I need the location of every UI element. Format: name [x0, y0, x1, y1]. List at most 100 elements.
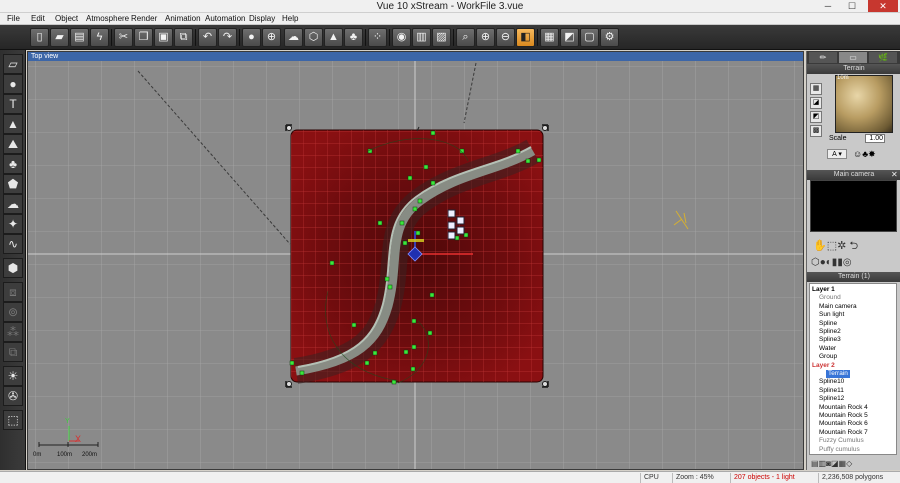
text-icon[interactable]: T: [3, 94, 23, 114]
close-icon[interactable]: ✕: [891, 170, 898, 179]
terrain-icon[interactable]: ▲: [324, 28, 343, 47]
menu-help[interactable]: Help: [282, 14, 298, 23]
metablob-icon[interactable]: ⁂: [3, 322, 23, 342]
tree-layer[interactable]: Layer 2: [812, 362, 835, 370]
navigate-icon[interactable]: ⬚: [3, 410, 23, 430]
tree-item[interactable]: Mountain Rock 4: [819, 404, 868, 412]
tree-item[interactable]: Spline: [819, 320, 837, 328]
clapper-icon[interactable]: ◩: [560, 28, 579, 47]
view-active-icon[interactable]: ◧: [516, 28, 535, 47]
menu-edit[interactable]: Edit: [31, 14, 45, 23]
sculpt-icon[interactable]: ▨: [432, 28, 451, 47]
tree-layer[interactable]: Layer 1: [812, 286, 835, 294]
single-view-icon[interactable]: ▢: [580, 28, 599, 47]
menu-object[interactable]: Object: [55, 14, 78, 23]
sun-icon[interactable]: ☀: [3, 366, 23, 386]
light-icon[interactable]: ✦: [3, 214, 23, 234]
link-icon[interactable]: ⧉: [3, 342, 23, 362]
cube-icon[interactable]: ⬢: [3, 258, 23, 278]
settings-icon[interactable]: ⚙: [600, 28, 619, 47]
tree-item[interactable]: Spline3: [819, 336, 841, 344]
redo-icon[interactable]: ↷: [218, 28, 237, 47]
zoom-in-icon[interactable]: ⊕: [476, 28, 495, 47]
plant-icon[interactable]: ♣: [3, 154, 23, 174]
wind-icon[interactable]: ✇: [3, 386, 23, 406]
object-toolbar[interactable]: ⬡●◐▮▮◎: [811, 257, 852, 268]
render-lightning-icon[interactable]: ϟ: [90, 28, 109, 47]
tree-item[interactable]: Water: [819, 345, 836, 353]
render-icon[interactable]: ◉: [392, 28, 411, 47]
group-icon[interactable]: ⧈: [3, 282, 23, 302]
top-view-viewport[interactable]: Top view Y X 0m 100m 200m: [27, 51, 804, 470]
maximize-button[interactable]: ☐: [841, 0, 863, 12]
tree-item[interactable]: Sun light: [819, 311, 844, 319]
tree-item[interactable]: Mountain Rock 7: [819, 429, 868, 437]
menu-render[interactable]: Render: [131, 14, 157, 23]
menu-file[interactable]: File: [7, 14, 20, 23]
color-balls-icon[interactable]: ⁘: [368, 28, 387, 47]
tab-edit[interactable]: ✏: [809, 52, 837, 63]
tree-item[interactable]: Spline12: [819, 395, 844, 403]
material-grid-icon[interactable]: ▩: [810, 125, 822, 137]
cpu-indicator: CPU: [640, 473, 670, 483]
cloud-icon[interactable]: ☁: [3, 194, 23, 214]
tree-item[interactable]: Ground: [819, 294, 841, 302]
viewport-canvas[interactable]: Y X 0m 100m 200m: [28, 61, 804, 470]
close-button[interactable]: ✕: [868, 0, 898, 12]
curve-icon[interactable]: ∿: [3, 234, 23, 254]
tree-item[interactable]: Fuzzy Cumulus: [819, 437, 864, 445]
undo-icon[interactable]: ↶: [198, 28, 217, 47]
camera-center-icon[interactable]: ⊕: [262, 28, 281, 47]
paste-icon[interactable]: ▣: [154, 28, 173, 47]
material-preview[interactable]: [835, 75, 893, 133]
menu-animation[interactable]: Animation: [165, 14, 201, 23]
tree-item[interactable]: Main camera: [819, 303, 857, 311]
tab-materials[interactable]: ▭: [839, 52, 867, 63]
stats-icon[interactable]: ▥: [412, 28, 431, 47]
plant-icon[interactable]: ♣: [344, 28, 363, 47]
tree-item[interactable]: Spline11: [819, 387, 844, 395]
tree-item[interactable]: Mountain Rock 6: [819, 420, 868, 428]
object-library-icon[interactable]: ⬡: [304, 28, 323, 47]
menu-atmosphere[interactable]: Atmosphere: [86, 14, 129, 23]
material-edit-icon[interactable]: ▦: [810, 83, 822, 95]
atmosphere-icon[interactable]: ☁: [284, 28, 303, 47]
cursor-icon[interactable]: ▱: [3, 54, 23, 74]
tree-item[interactable]: Mountain Rock 5: [819, 412, 868, 420]
mountain-icon[interactable]: ⛰: [3, 134, 23, 154]
open-file-icon[interactable]: ▰: [50, 28, 69, 47]
sphere-icon[interactable]: ●: [3, 74, 23, 94]
menu-automation[interactable]: Automation: [205, 14, 245, 23]
world-browser-tree[interactable]: Layer 1 Ground Main camera Sun light Spline S…: [809, 283, 897, 455]
cut-icon[interactable]: ✂: [114, 28, 133, 47]
zoom-to-fit-icon[interactable]: ⌕: [456, 28, 475, 47]
new-file-icon[interactable]: ▯: [30, 28, 49, 47]
add-object-icon[interactable]: ●: [242, 28, 261, 47]
tree-item[interactable]: Spline10: [819, 378, 844, 386]
zoom-out-icon[interactable]: ⊖: [496, 28, 515, 47]
save-icon[interactable]: ▤: [70, 28, 89, 47]
boolean-icon[interactable]: ⊚: [3, 302, 23, 322]
scale-field[interactable]: 1.00: [865, 134, 885, 143]
copy-icon[interactable]: ❐: [134, 28, 153, 47]
material-layer-icon[interactable]: ◩: [810, 111, 822, 123]
material-mix-icon[interactable]: ◪: [810, 97, 822, 109]
tree-toolbar[interactable]: ▤▥◙◪▦◇: [811, 459, 852, 468]
tree-item[interactable]: Group: [819, 353, 837, 361]
toolbar-separator: [111, 29, 112, 46]
camera-preview[interactable]: [810, 180, 897, 232]
tree-item[interactable]: Puffy cumulus: [819, 446, 860, 454]
minimize-button[interactable]: ─: [817, 0, 839, 12]
text-style-dropdown[interactable]: A ▾: [827, 149, 847, 159]
terrain-icon[interactable]: ▲: [3, 114, 23, 134]
tab-plants[interactable]: 🌿: [869, 52, 897, 63]
film-icon[interactable]: ▦: [540, 28, 559, 47]
material-icons-row[interactable]: ☺♣✸: [853, 149, 876, 160]
duplicate-icon[interactable]: ⧉: [174, 28, 193, 47]
tree-item[interactable]: Spline2: [819, 328, 841, 336]
toolbar-separator: [389, 29, 390, 46]
camera-controls[interactable]: ✋⬚✲ ⮌: [813, 237, 858, 256]
rock-icon[interactable]: ⬟: [3, 174, 23, 194]
menu-display[interactable]: Display: [249, 14, 275, 23]
tree-item[interactable]: Terrain: [826, 370, 850, 378]
